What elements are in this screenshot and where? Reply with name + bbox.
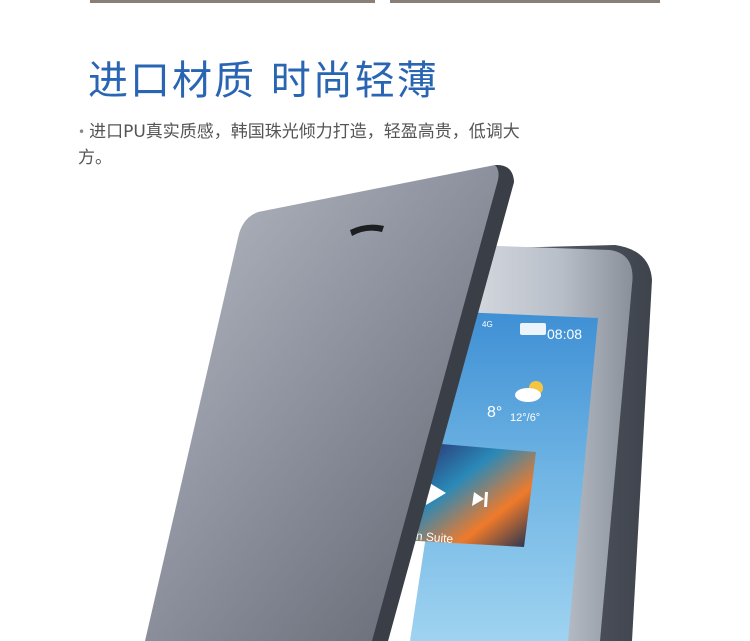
weather-range: 12°/6° [510,412,540,424]
top-image-edge [90,0,660,3]
battery-icon [520,323,546,335]
network-indicator: 4G [482,320,493,329]
weather-temp: 8° [487,404,502,421]
product-photo: 08:08 4G 8° 12°/6° Bach Suite [0,160,750,641]
bullet-dot: • [78,125,86,139]
status-time: 08:08 [547,326,582,342]
phone-case-illustration: 08:08 4G 8° 12°/6° Bach Suite [145,164,652,641]
headline: 进口材质 时尚轻薄 [88,58,439,104]
